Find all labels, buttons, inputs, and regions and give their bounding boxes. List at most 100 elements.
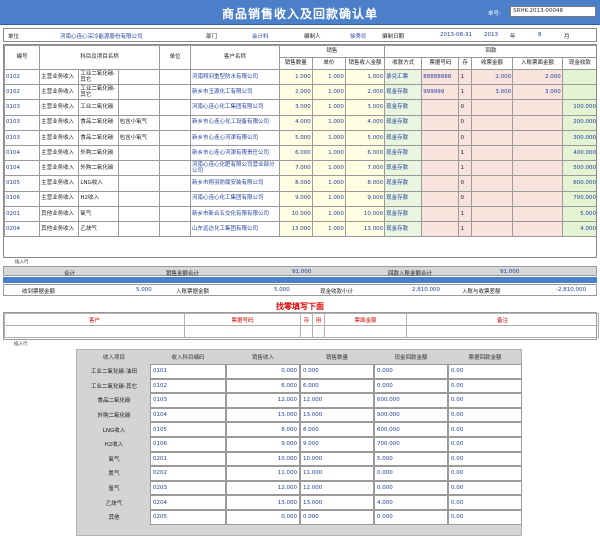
row-code[interactable]: 0201 [4,205,41,222]
row-customer[interactable]: 河南翔羽重型防水有限公司 [189,68,280,86]
row-pay-method[interactable]: 现金存款 [384,175,423,192]
row-customer[interactable]: 新乡市心连心河津有限公司 [189,129,280,146]
row-ticket-no[interactable] [421,129,460,146]
row-price[interactable]: 1.000 [311,68,346,86]
row-pay-method[interactable]: 现金存款 [384,99,423,116]
row-pay-method[interactable]: 现金存款 [384,84,423,101]
row-cash-amount[interactable]: 4.000 [561,220,596,238]
row-stock[interactable]: 0 [458,190,472,207]
row-price[interactable]: 1.000 [311,144,346,162]
ticket-cell[interactable] [312,325,325,338]
row-customer[interactable]: 新乡市翔羽防腐安装有限公司 [189,175,280,192]
row-cash-amount[interactable]: 500.000 [561,160,596,177]
row-pay-method[interactable]: 现金存款 [384,144,423,162]
row-ticket-no[interactable]: 999999 [421,84,460,101]
row-code[interactable]: 0103 [4,129,41,146]
row-price[interactable]: 1.000 [311,205,346,222]
row-qty[interactable]: 6.000 [278,144,313,162]
row-qty[interactable]: 1.000 [278,68,313,86]
row-stock[interactable]: 1 [458,144,472,162]
maker-value[interactable]: 徐秀珍 [350,32,367,40]
row-ticket-no[interactable] [421,160,460,177]
row-ticket-no[interactable] [421,99,460,116]
row-pay-method[interactable]: 现金存款 [384,205,423,222]
row-cash-amount[interactable]: 100.000 [561,99,596,116]
row-stock[interactable]: 1 [458,220,472,238]
row-stock[interactable]: 1 [458,84,472,101]
row-code[interactable]: 0204 [4,220,41,238]
row-pay-method[interactable]: 现金存款 [384,129,423,146]
row-bank-in[interactable] [512,190,563,207]
row-cash-amount[interactable]: 600.000 [561,175,596,192]
row-cash-amount[interactable]: 200.000 [561,114,596,131]
row-price[interactable]: 1.000 [311,114,346,131]
row-pay-method[interactable]: 现金存款 [384,114,423,131]
row-price[interactable]: 1.000 [311,190,346,207]
row-bank-in[interactable] [512,220,563,238]
row-bank-in[interactable] [512,144,563,162]
row-bank-in[interactable] [512,175,563,192]
row-bank-in[interactable] [512,114,563,131]
row-pay-method[interactable]: 现金存款 [384,220,423,238]
row-code[interactable]: 0102 [4,84,41,101]
row-price[interactable]: 1.000 [311,220,346,238]
row-ticket-no[interactable] [421,190,460,207]
row-ticket-no[interactable] [421,175,460,192]
row-code[interactable]: 0105 [4,175,41,192]
row-ticket-no[interactable] [421,114,460,131]
row-qty[interactable]: 4.000 [278,114,313,131]
row-price[interactable]: 1.000 [311,99,346,116]
row-price[interactable]: 1.000 [311,160,346,177]
row-receive-amount[interactable]: 3.000 [470,84,514,101]
row-qty[interactable]: 5.000 [278,129,313,146]
row-bank-in[interactable] [512,129,563,146]
dept-value[interactable]: 会计科 [252,32,269,40]
row-stock[interactable]: 1 [458,68,472,86]
row-qty[interactable]: 7.000 [278,160,313,177]
row-receive-amount[interactable] [470,144,514,162]
row-stock[interactable]: 0 [458,114,472,131]
row-qty[interactable]: 10.000 [278,205,313,222]
row-cash-amount[interactable] [561,84,596,101]
date-value[interactable]: 2013-08-31 [440,32,472,38]
row-ticket-no[interactable] [421,220,460,238]
ticket-insert-row-link[interactable]: 插入行 [14,341,28,347]
row-ticket-no[interactable] [421,205,460,222]
row-stock[interactable]: 1 [458,160,472,177]
row-code[interactable]: 0103 [4,114,41,131]
row-price[interactable]: 1.000 [311,175,346,192]
row-qty[interactable]: 8.000 [278,175,313,192]
ticket-cell[interactable] [184,325,301,338]
row-qty[interactable]: 9.000 [278,190,313,207]
row-price[interactable]: 1.000 [311,84,346,101]
row-bank-in[interactable] [512,205,563,222]
row-cash-amount[interactable]: 700.000 [561,190,596,207]
row-customer[interactable]: 新乡市心连心化工设备有限公司 [189,114,280,131]
row-stock[interactable]: 0 [458,175,472,192]
row-bank-in[interactable]: 2.000 [512,68,563,86]
row-receive-amount[interactable] [470,129,514,146]
ticket-cell[interactable] [406,325,599,338]
row-ticket-no[interactable]: 88888888 [421,68,460,86]
row-stock[interactable]: 1 [458,205,472,222]
row-pay-method[interactable]: 现金存款 [384,190,423,207]
row-cash-amount[interactable]: 400.000 [561,144,596,162]
row-customer[interactable]: 山东远达化工集团有限公司 [189,220,280,238]
row-customer[interactable]: 河南心连心化工集团有限公司 [189,190,280,207]
ticket-cell[interactable] [300,325,313,338]
row-qty[interactable]: 13.000 [278,220,313,238]
row-cash-amount[interactable]: 300.000 [561,129,596,146]
row-pay-method[interactable]: 现金存款 [384,160,423,177]
row-receive-amount[interactable] [470,190,514,207]
row-receive-amount[interactable] [470,175,514,192]
row-receive-amount[interactable] [470,160,514,177]
row-cash-amount[interactable]: 5.000 [561,205,596,222]
row-customer[interactable]: 新乡市玉源化工有限公司 [189,84,280,101]
row-customer[interactable]: 河南心连心化工集团有限公司 [189,99,280,116]
row-code[interactable]: 0106 [4,190,41,207]
row-receive-amount[interactable] [470,99,514,116]
row-ticket-no[interactable] [421,144,460,162]
row-customer[interactable]: 河南心连心化肥有限公司营业部分公司 [189,160,280,177]
row-qty[interactable]: 2.000 [278,84,313,101]
row-qty[interactable]: 3.000 [278,99,313,116]
